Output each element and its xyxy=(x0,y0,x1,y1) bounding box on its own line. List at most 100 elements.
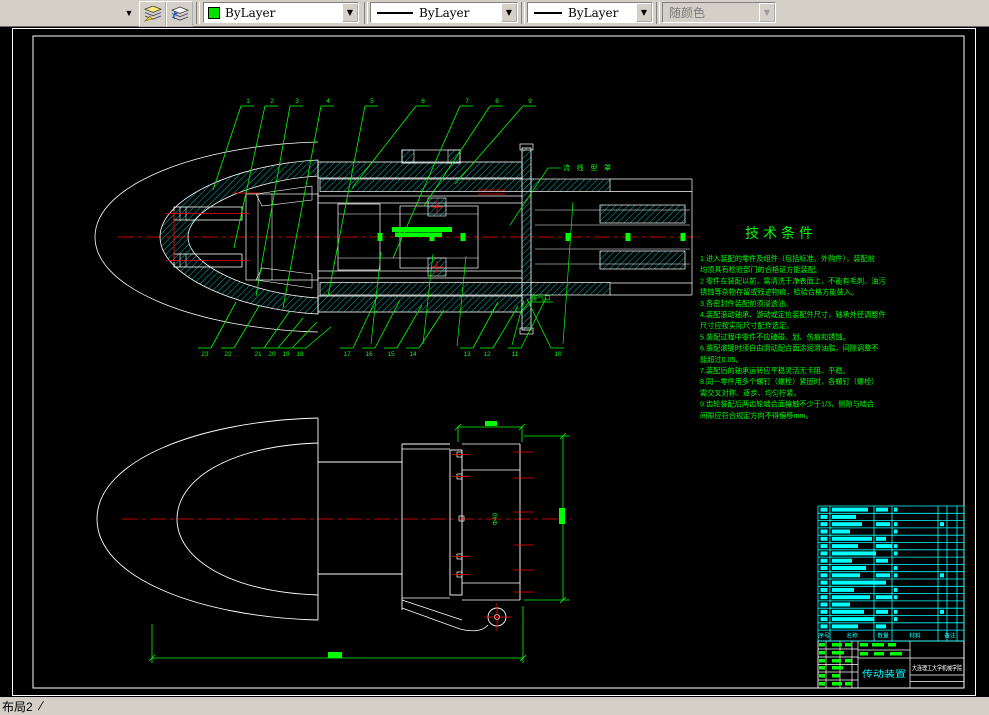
tech-note-line: 9.齿轮装配后两齿轮啮合面接触不少于1/3，侧隙与啮合 xyxy=(700,400,874,409)
dimensions xyxy=(149,421,570,663)
plotstyle-control-value: 随颜色 xyxy=(669,4,705,21)
title-block-cell-text xyxy=(819,674,825,678)
bom-cell-text xyxy=(894,573,898,577)
leader-line xyxy=(306,327,331,348)
toolbar-separator xyxy=(521,2,525,24)
bom-cell-text xyxy=(832,544,858,548)
bom-cell-text xyxy=(832,588,854,592)
leader-line xyxy=(419,310,444,348)
bom-cell-text xyxy=(894,566,898,570)
bom-cell-text xyxy=(940,610,944,614)
bom-cell-text xyxy=(876,581,886,585)
bom-cell-text xyxy=(821,530,828,534)
bom-cell-text xyxy=(894,508,898,512)
balloon-number: 22 xyxy=(224,351,232,358)
bom-cell-text xyxy=(832,515,856,519)
bom-cell-text xyxy=(876,559,888,563)
bom-cell-text xyxy=(821,624,828,628)
bom-cell-text xyxy=(894,551,898,555)
drawing-canvas[interactable]: 技术条件 流线型罩 排气口 Φ40 传动装置 大连理工大学机械学院 1.进入装配… xyxy=(0,27,989,697)
tech-note-line: 6.装配滚键时须自由滑动配合面涂润滑油脂，间隙调整不 xyxy=(700,344,879,353)
toolbar-separator xyxy=(656,2,660,24)
toolbar-separator xyxy=(196,2,200,24)
drawing-border xyxy=(13,29,976,696)
bom-cell-text xyxy=(832,537,872,541)
title-block-cell-text xyxy=(872,643,884,647)
balloon-number: 8 xyxy=(495,98,499,105)
bom-cell-text xyxy=(894,610,898,614)
lineweight-dropdown-arrow-icon[interactable]: ▼ xyxy=(636,3,652,22)
balloon-number: 13 xyxy=(463,351,471,358)
tech-note-line: 3.各密封件装配前须浸透油。 xyxy=(700,299,792,308)
bom-cell-text xyxy=(894,595,898,599)
balloon-number: 23 xyxy=(201,351,209,358)
bom-cell-text xyxy=(894,522,898,526)
balloon-number: 19 xyxy=(282,351,290,358)
bom-cell-text xyxy=(832,610,864,614)
title-block-cell-text xyxy=(845,682,852,686)
balloon-number: 15 xyxy=(387,351,395,358)
bom-cell-text xyxy=(821,566,828,570)
bom-cell-text xyxy=(894,530,898,534)
balloon-number: 17 xyxy=(343,351,351,358)
tech-note-line: 7.装配后的轴承运转应平稳灵活无卡阻、平稳。 xyxy=(700,366,850,375)
plotstyle-control: 随颜色 ▼ xyxy=(662,2,776,23)
balloon-number: 14 xyxy=(409,351,417,358)
title-block-cell-text xyxy=(888,643,896,647)
title-block-cell-text xyxy=(874,652,884,656)
color-control[interactable]: ByLayer ▼ xyxy=(203,2,359,23)
bom-cell-text xyxy=(876,522,890,526)
title-block-cell-text xyxy=(860,652,868,656)
tech-note-line: 尺寸应按实际尺寸配作选定。 xyxy=(700,321,793,330)
bom-cell-text xyxy=(821,573,828,577)
tech-note-line: 1.进入装配的零件及组件（包括标准、外购件），装配前 xyxy=(700,254,875,263)
color-control-value: ByLayer xyxy=(225,6,275,20)
balloon-number: 21 xyxy=(254,351,262,358)
linetype-dropdown-arrow-icon[interactable]: ▼ xyxy=(501,3,517,22)
bom-cell-text xyxy=(821,617,828,621)
bom-cell-text xyxy=(832,617,874,621)
model-space-canvas[interactable]: 技术条件 流线型罩 排气口 Φ40 传动装置 大连理工大学机械学院 1.进入装配… xyxy=(0,27,989,697)
balloon-number: 9 xyxy=(528,98,532,105)
bom-cell-text xyxy=(821,551,828,555)
bom-header: 序号 xyxy=(818,632,830,640)
title-block-cell-text xyxy=(832,666,843,670)
balloon-number: 2 xyxy=(270,98,274,105)
title-block-cell-text xyxy=(832,643,842,647)
title-block-cell-text xyxy=(832,651,844,655)
bom-cell-text xyxy=(832,624,858,628)
bom-cell-text xyxy=(876,624,886,628)
layer-previous-button[interactable] xyxy=(166,1,193,27)
layer-dropdown-arrow-icon[interactable]: ▼ xyxy=(122,7,136,19)
leader-line xyxy=(292,322,317,348)
lineweight-control[interactable]: ByLayer ▼ xyxy=(527,2,653,23)
balloon-number: 16 xyxy=(365,351,373,358)
balloon-number: 3 xyxy=(295,98,299,105)
fairing-label: 流线型罩 xyxy=(563,163,611,172)
title-block-cell-text xyxy=(832,674,840,678)
balloon-number: 18 xyxy=(296,351,304,358)
color-swatch xyxy=(208,7,220,19)
bom-cell-text xyxy=(876,537,886,541)
bom-cell-text xyxy=(876,610,888,614)
linetype-control[interactable]: ByLayer ▼ xyxy=(370,2,518,23)
bom-cell-text xyxy=(821,610,828,614)
make-object-layer-current-button[interactable] xyxy=(139,1,166,27)
bom-cell-text xyxy=(940,522,944,526)
rotated-dimension-label: Φ40 xyxy=(492,512,499,525)
bom-cell-text xyxy=(832,522,862,526)
color-dropdown-arrow-icon[interactable]: ▼ xyxy=(342,3,358,22)
title-block-product: 传动装置 xyxy=(862,668,906,679)
status-bar: 布局2 / xyxy=(0,697,989,715)
title-block-cell-text xyxy=(860,643,868,647)
layout-tab[interactable]: 布局2 xyxy=(2,698,33,715)
bom-cell-text xyxy=(876,573,890,577)
balloon-number: 4 xyxy=(326,98,330,105)
bom-header: 备注 xyxy=(944,632,956,640)
bom-cell-text xyxy=(821,595,828,599)
balloon-number: 11 xyxy=(512,351,519,358)
bom-cell-text xyxy=(832,595,870,599)
vent-label: 排气口 xyxy=(531,293,551,302)
plotstyle-dropdown-arrow-icon: ▼ xyxy=(759,3,775,22)
tech-note-line: 5.装配过程中零件不应磕碰、划、伤痕和锈蚀。 xyxy=(700,332,850,341)
